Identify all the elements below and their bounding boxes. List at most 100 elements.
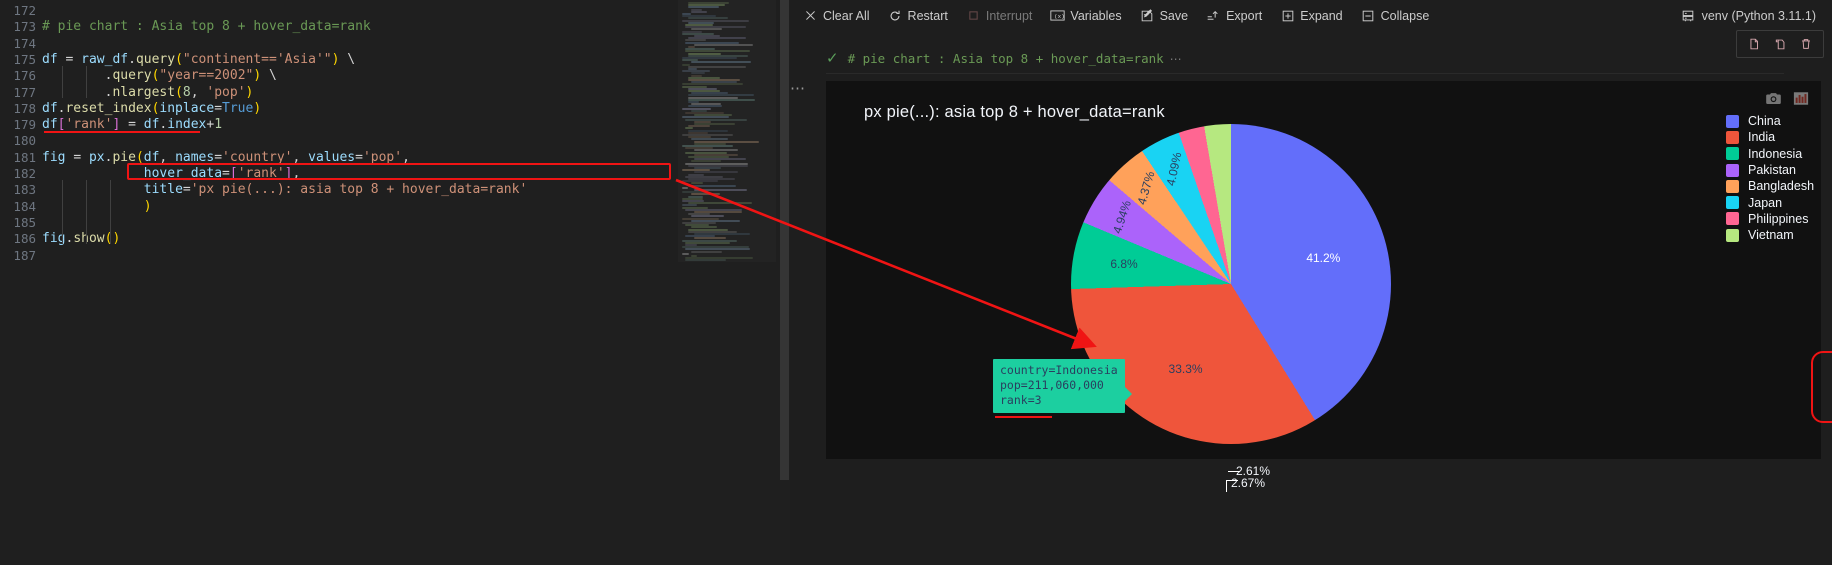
code-underline-annotation — [44, 131, 200, 133]
code-line[interactable]: fig = px.pie(df, names='country', values… — [42, 150, 410, 166]
indent-guide — [86, 180, 87, 244]
legend-label: China — [1748, 114, 1781, 129]
toolbar-button-label: Interrupt — [985, 8, 1033, 23]
toolbar-button-label: Collapse — [1380, 8, 1430, 23]
tooltip-callout-annotation — [1811, 351, 1832, 423]
minimap-slider[interactable] — [678, 0, 776, 262]
indent-guide — [62, 180, 63, 244]
legend-item-vietnam[interactable]: Vietnam — [1726, 227, 1832, 243]
legend-color-swatch — [1726, 114, 1739, 128]
toolbar-button-label: Restart — [907, 8, 948, 23]
tooltip-line: rank=3 — [1000, 393, 1042, 407]
notebook-pane[interactable]: Clear All Restart Interrupt (x) Variables Sav… — [790, 0, 1832, 565]
legend-label: Indonesia — [1748, 146, 1803, 161]
clear-all-button[interactable]: Clear All — [794, 4, 879, 28]
stop-icon — [966, 8, 981, 23]
checkmark-icon: ✓ — [826, 50, 839, 67]
collapse-icon — [1361, 8, 1376, 23]
legend-label: Pakistan — [1748, 163, 1796, 178]
chart-legend[interactable]: China India Indonesia Pakistan Bangladesh Jap… — [1726, 113, 1832, 243]
editor-scrollbar-thumb[interactable] — [780, 0, 789, 480]
toolbar-button-label: Expand — [1300, 8, 1343, 23]
legend-item-philippines[interactable]: Philippines — [1726, 211, 1832, 227]
save-button[interactable]: Save — [1131, 4, 1198, 28]
download-plot-icon[interactable] — [1763, 89, 1783, 107]
legend-label: Japan — [1748, 195, 1783, 210]
tooltip-line: country=Indonesia — [1000, 363, 1118, 377]
restart-button[interactable]: Restart — [879, 4, 957, 28]
line-number: 177 — [13, 84, 36, 100]
cell-collapsed-ellipsis[interactable]: ⋯ — [1170, 52, 1182, 66]
line-number: 181 — [13, 149, 36, 165]
legend-item-bangladesh[interactable]: Bangladesh — [1726, 178, 1832, 194]
bar-chart-icon[interactable] — [1791, 89, 1811, 107]
legend-label: Vietnam — [1748, 228, 1794, 243]
legend-label: India — [1748, 130, 1776, 145]
toolbar-button-label: Save — [1159, 8, 1189, 23]
line-number: 187 — [13, 247, 36, 263]
legend-color-swatch — [1726, 130, 1739, 144]
line-number: 176 — [13, 68, 36, 84]
toolbar-button-label: Clear All — [823, 8, 870, 23]
legend-item-china[interactable]: China — [1726, 113, 1832, 129]
legend-color-swatch — [1726, 228, 1739, 242]
cell-more-dots[interactable]: ⋯ — [790, 79, 806, 97]
line-number: 183 — [13, 182, 36, 198]
cell-header[interactable]: ✓ # pie chart : Asia top 8 + hover_data=… — [826, 44, 1784, 74]
code-line[interactable]: .nlargest(8, 'pop') — [42, 85, 254, 101]
restart-icon — [888, 8, 903, 23]
code-editor-pane[interactable]: 172 173 174 175 176 177 178 179 180 181 182 183 184 1… — [0, 0, 790, 565]
cell-output-plot[interactable]: px pie(...): asia top 8 + hover_data=ran… — [826, 81, 1821, 492]
save-icon — [1140, 8, 1155, 23]
cell-title: # pie chart : Asia top 8 + hover_data=ra… — [847, 51, 1164, 66]
pie-slice-percent-label: 6.8% — [1110, 257, 1138, 272]
legend-color-swatch — [1726, 212, 1739, 226]
line-number: 175 — [13, 51, 36, 67]
code-line[interactable]: title='px pie(...): asia top 8 + hover_d… — [42, 182, 528, 198]
close-icon — [803, 8, 818, 23]
legend-label: Bangladesh — [1748, 179, 1815, 194]
indent-guide — [110, 180, 111, 244]
label-leader-line — [1226, 480, 1227, 492]
line-number: 185 — [13, 214, 36, 230]
export-button[interactable]: Export — [1197, 4, 1271, 28]
line-number: 186 — [13, 231, 36, 247]
tooltip-underline-annotation — [995, 416, 1052, 418]
code-line[interactable]: df = raw_df.query("continent=='Asia'") \ — [42, 52, 355, 68]
editor-line-number-gutter: 172 173 174 175 176 177 178 179 180 181 182 183 184 1… — [0, 0, 40, 565]
tooltip-line: pop=211,060,000 — [1000, 378, 1104, 392]
toolbar-button-label: Export — [1226, 8, 1263, 23]
variables-button[interactable]: (x) Variables — [1041, 4, 1130, 28]
code-line[interactable]: # pie chart : Asia top 8 + hover_data=ra… — [42, 19, 371, 35]
line-number: 180 — [13, 133, 36, 149]
code-line[interactable]: .query("year==2002") \ — [42, 68, 277, 84]
line-number: 172 — [13, 3, 36, 18]
variables-icon: (x) — [1050, 8, 1065, 23]
collapse-button[interactable]: Collapse — [1352, 4, 1439, 28]
label-leader-line — [1226, 480, 1238, 481]
export-icon — [1206, 8, 1221, 23]
notebook-cell[interactable]: ⋯ ✓ # pie chart : Asia top 8 + hover_dat… — [790, 44, 1832, 565]
legend-item-india[interactable]: India — [1726, 129, 1832, 145]
legend-color-swatch — [1726, 179, 1739, 193]
kernel-label: venv (Python 3.11.1) — [1701, 8, 1816, 23]
line-number: 174 — [13, 35, 36, 51]
editor-scrollbar[interactable] — [779, 0, 790, 565]
code-line[interactable]: ) — [42, 199, 152, 215]
code-line[interactable]: hover_data=['rank'], — [42, 166, 301, 182]
line-number: 184 — [13, 198, 36, 214]
pie-slice-percent-label: 2.67% — [1231, 476, 1266, 490]
pie-slice-percent-label: 41.2% — [1306, 250, 1341, 265]
legend-item-japan[interactable]: Japan — [1726, 194, 1832, 210]
code-line[interactable]: fig.show() — [42, 231, 120, 247]
legend-item-indonesia[interactable]: Indonesia — [1726, 146, 1832, 162]
kernel-picker[interactable]: venv (Python 3.11.1) — [1673, 4, 1824, 27]
plot-modebar[interactable] — [1763, 89, 1811, 107]
code-line[interactable]: df.reset_index(inplace=True) — [42, 101, 261, 117]
legend-item-pakistan[interactable]: Pakistan — [1726, 162, 1832, 178]
expand-button[interactable]: Expand — [1271, 4, 1351, 28]
legend-label: Philippines — [1748, 211, 1809, 226]
legend-color-swatch — [1726, 147, 1739, 161]
trash-icon[interactable] — [1793, 33, 1819, 55]
indent-guide — [62, 66, 63, 98]
